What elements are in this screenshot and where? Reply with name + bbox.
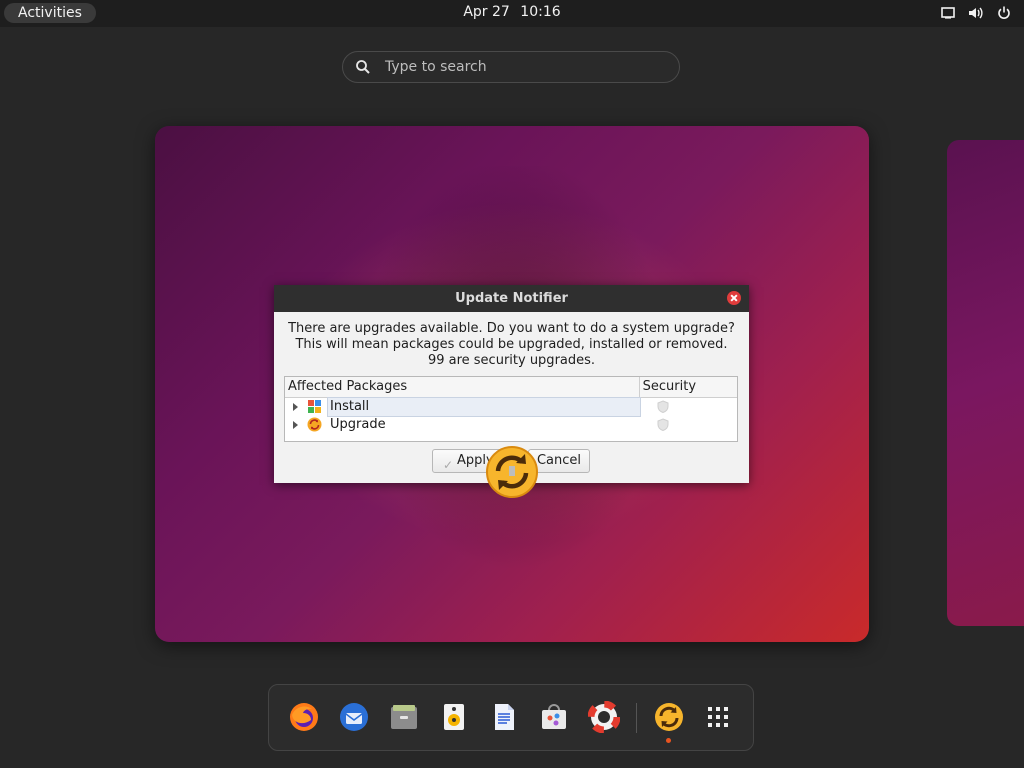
cancel-label: Cancel xyxy=(536,453,581,468)
row-label: Upgrade xyxy=(330,417,386,432)
shield-icon xyxy=(657,400,669,413)
update-notifier-cursor-icon xyxy=(486,446,538,498)
shield-icon xyxy=(657,418,669,431)
message-line: This will mean packages could be upgrade… xyxy=(295,337,728,352)
search-bar[interactable]: Type to search xyxy=(342,51,680,83)
thunderbird-icon[interactable] xyxy=(336,699,372,735)
help-icon[interactable] xyxy=(586,699,622,735)
close-icon[interactable] xyxy=(727,291,741,305)
writer-icon[interactable] xyxy=(486,699,522,735)
top-bar: Activities Apr 27 10:16 xyxy=(0,0,1024,27)
check-icon: ✓ xyxy=(443,458,454,472)
dock xyxy=(268,684,754,751)
power-icon[interactable] xyxy=(996,5,1012,21)
row-label: Install xyxy=(327,397,641,417)
message-line: 99 are security upgrades. xyxy=(427,353,596,368)
search-icon xyxy=(356,60,370,74)
expand-arrow-icon[interactable] xyxy=(293,403,298,411)
running-indicator xyxy=(666,738,671,743)
tree-row[interactable]: Install xyxy=(285,397,737,417)
dialog-title: Update Notifier xyxy=(455,291,568,306)
rhythmbox-icon[interactable] xyxy=(436,699,472,735)
display-icon[interactable] xyxy=(940,5,956,21)
update-notifier-icon[interactable] xyxy=(651,699,687,735)
system-tray[interactable] xyxy=(940,5,1012,21)
clock-time: 10:16 xyxy=(520,4,561,20)
app-grid-icon[interactable] xyxy=(700,699,736,735)
expand-arrow-icon[interactable] xyxy=(293,421,298,429)
packages-tree[interactable]: Affected Packages Security Install Upgra… xyxy=(284,376,738,442)
workspace-thumbnail-next[interactable] xyxy=(947,140,1024,626)
volume-icon[interactable] xyxy=(968,5,984,21)
clock[interactable]: Apr 27 10:16 xyxy=(0,4,1024,20)
software-icon[interactable] xyxy=(536,699,572,735)
message-line: There are upgrades available. Do you wan… xyxy=(288,321,735,336)
dialog-message: There are upgrades available. Do you wan… xyxy=(274,321,749,369)
tree-header: Affected Packages Security xyxy=(285,377,737,398)
clock-date: Apr 27 xyxy=(463,4,510,20)
dialog-titlebar[interactable]: Update Notifier xyxy=(274,285,749,312)
dock-separator xyxy=(636,703,637,733)
package-install-icon xyxy=(308,400,321,413)
files-icon[interactable] xyxy=(386,699,422,735)
column-header-packages[interactable]: Affected Packages xyxy=(285,377,640,397)
firefox-icon[interactable] xyxy=(286,699,322,735)
package-upgrade-icon xyxy=(307,417,322,432)
search-placeholder: Type to search xyxy=(385,59,487,75)
column-header-security[interactable]: Security xyxy=(640,377,737,397)
tree-row[interactable]: Upgrade xyxy=(285,416,737,434)
